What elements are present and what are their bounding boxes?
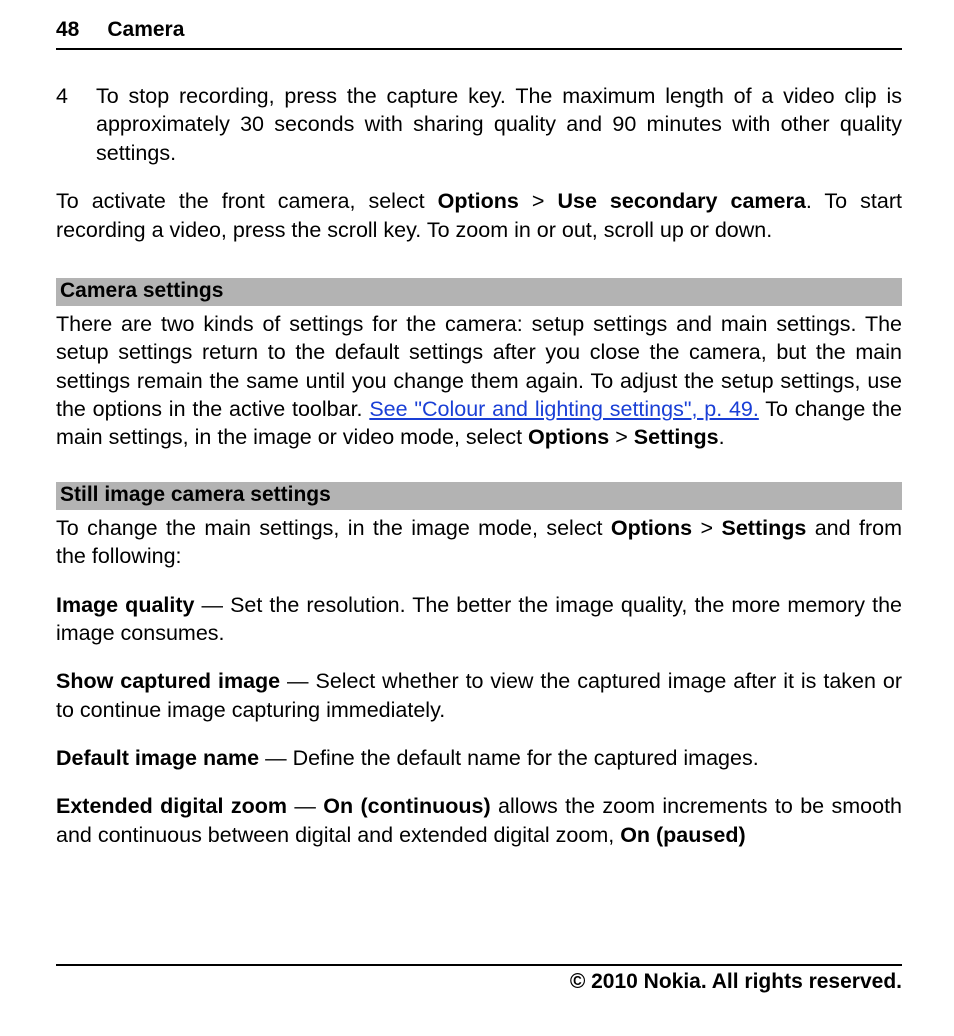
options-label: Options: [528, 425, 609, 449]
step-text: To stop recording, press the capture key…: [96, 82, 902, 167]
item-label: Image quality: [56, 593, 194, 617]
page-number: 48: [56, 18, 79, 42]
colour-lighting-link[interactable]: See "Colour and lighting settings", p. 4…: [369, 397, 759, 421]
show-captured-item: Show captured image — Select whether to …: [56, 667, 902, 724]
item-label: Extended digital zoom: [56, 794, 287, 818]
text: To change the main settings, in the imag…: [56, 516, 611, 540]
section-heading-still-image: Still image camera settings: [56, 482, 902, 510]
item-label: Show captured image: [56, 669, 280, 693]
on-paused-label: On (paused): [620, 823, 745, 847]
still-intro-paragraph: To change the main settings, in the imag…: [56, 514, 902, 571]
page-footer: © 2010 Nokia. All rights reserved.: [56, 964, 902, 994]
item-text: — Define the default name for the captur…: [259, 746, 759, 770]
front-camera-paragraph: To activate the front camera, select Opt…: [56, 187, 902, 244]
text: >: [609, 425, 634, 449]
section-heading-camera-settings: Camera settings: [56, 278, 902, 306]
step-index: 4: [56, 82, 96, 167]
document-page: 48 Camera 4 To stop recording, press the …: [0, 0, 954, 1036]
text: .: [719, 425, 725, 449]
use-secondary-camera-label: Use secondary camera: [557, 189, 805, 213]
camera-settings-paragraph: There are two kinds of settings for the …: [56, 310, 902, 452]
item-label: Default image name: [56, 746, 259, 770]
text: >: [692, 516, 721, 540]
default-name-item: Default image name — Define the default …: [56, 744, 902, 772]
settings-label: Settings: [634, 425, 719, 449]
extended-zoom-item: Extended digital zoom — On (continuous) …: [56, 792, 902, 849]
page-header: 48 Camera: [56, 18, 902, 50]
step-4: 4 To stop recording, press the capture k…: [56, 82, 902, 167]
options-label: Options: [611, 516, 692, 540]
text: >: [519, 189, 558, 213]
page-title: Camera: [107, 18, 184, 41]
settings-label: Settings: [721, 516, 806, 540]
image-quality-item: Image quality — Set the resolution. The …: [56, 591, 902, 648]
text: To activate the front camera, select: [56, 189, 438, 213]
on-continuous-label: On (continuous): [323, 794, 490, 818]
options-label: Options: [438, 189, 519, 213]
text: —: [287, 794, 323, 818]
